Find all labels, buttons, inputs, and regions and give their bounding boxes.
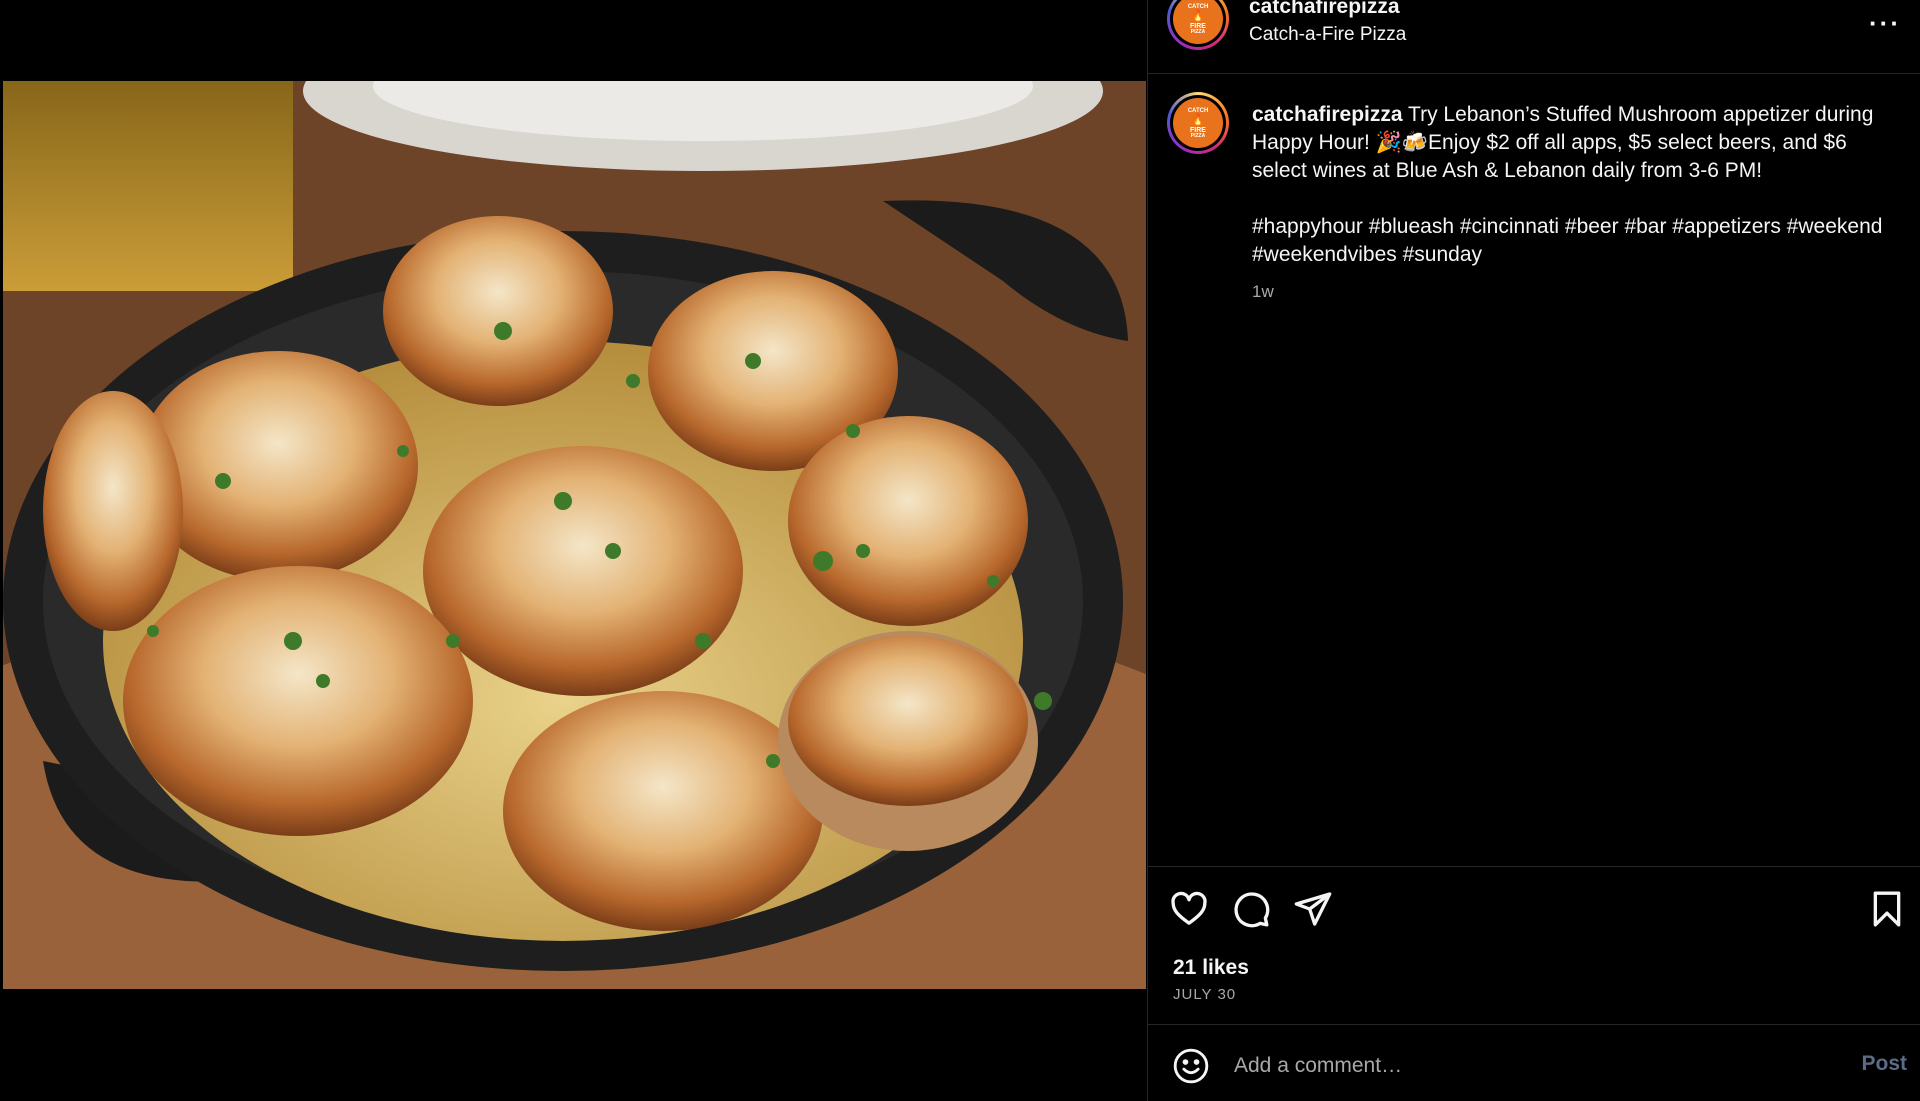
media-area xyxy=(0,0,1146,1101)
post-header: CATCH 🔥 FIRE PIZZA catchafirepizza Catch… xyxy=(1148,0,1920,74)
share-icon[interactable] xyxy=(1293,889,1333,929)
caption-username[interactable]: catchafirepizza xyxy=(1252,103,1403,126)
brand-logo: CATCH 🔥 FIRE PIZZA xyxy=(1173,98,1223,148)
heart-icon[interactable] xyxy=(1169,889,1209,929)
caption-hashtags[interactable]: #happyhour #blueash #cincinnati #beer #b… xyxy=(1252,213,1902,269)
flame-icon: 🔥 xyxy=(1191,113,1205,126)
emoji-icon[interactable] xyxy=(1172,1047,1210,1085)
avatar[interactable]: CATCH 🔥 FIRE PIZZA xyxy=(1167,0,1229,50)
post-comment-button[interactable]: Post xyxy=(1861,1052,1907,1076)
caption-text: catchafirepizza Try Lebanon’s Stuffed Mu… xyxy=(1252,101,1902,185)
comment-bar: Post xyxy=(1148,1024,1920,1101)
like-count[interactable]: 21 likes xyxy=(1173,956,1249,980)
comment-icon[interactable] xyxy=(1231,889,1271,929)
flame-icon: 🔥 xyxy=(1191,9,1205,22)
brand-logo: CATCH 🔥 FIRE PIZZA xyxy=(1173,0,1223,44)
bookmark-icon[interactable] xyxy=(1867,889,1907,929)
caption-timestamp: 1w xyxy=(1252,282,1274,301)
comment-input[interactable] xyxy=(1234,1049,1794,1083)
action-bar: 21 likes JULY 30 xyxy=(1148,866,1920,1026)
header-username[interactable]: catchafirepizza xyxy=(1249,0,1400,19)
caption-avatar[interactable]: CATCH 🔥 FIRE PIZZA xyxy=(1167,92,1229,154)
post-image-illustration xyxy=(3,81,1146,989)
instagram-post-view: CATCH 🔥 FIRE PIZZA catchafirepizza Catch… xyxy=(0,0,1920,1101)
post-image[interactable] xyxy=(3,81,1146,989)
post-date: JULY 30 xyxy=(1173,986,1237,1003)
more-horizontal-icon[interactable]: ··· xyxy=(1869,8,1901,39)
post-details-panel: CATCH 🔥 FIRE PIZZA catchafirepizza Catch… xyxy=(1147,0,1920,1101)
header-subtitle[interactable]: Catch-a-Fire Pizza xyxy=(1249,24,1406,46)
